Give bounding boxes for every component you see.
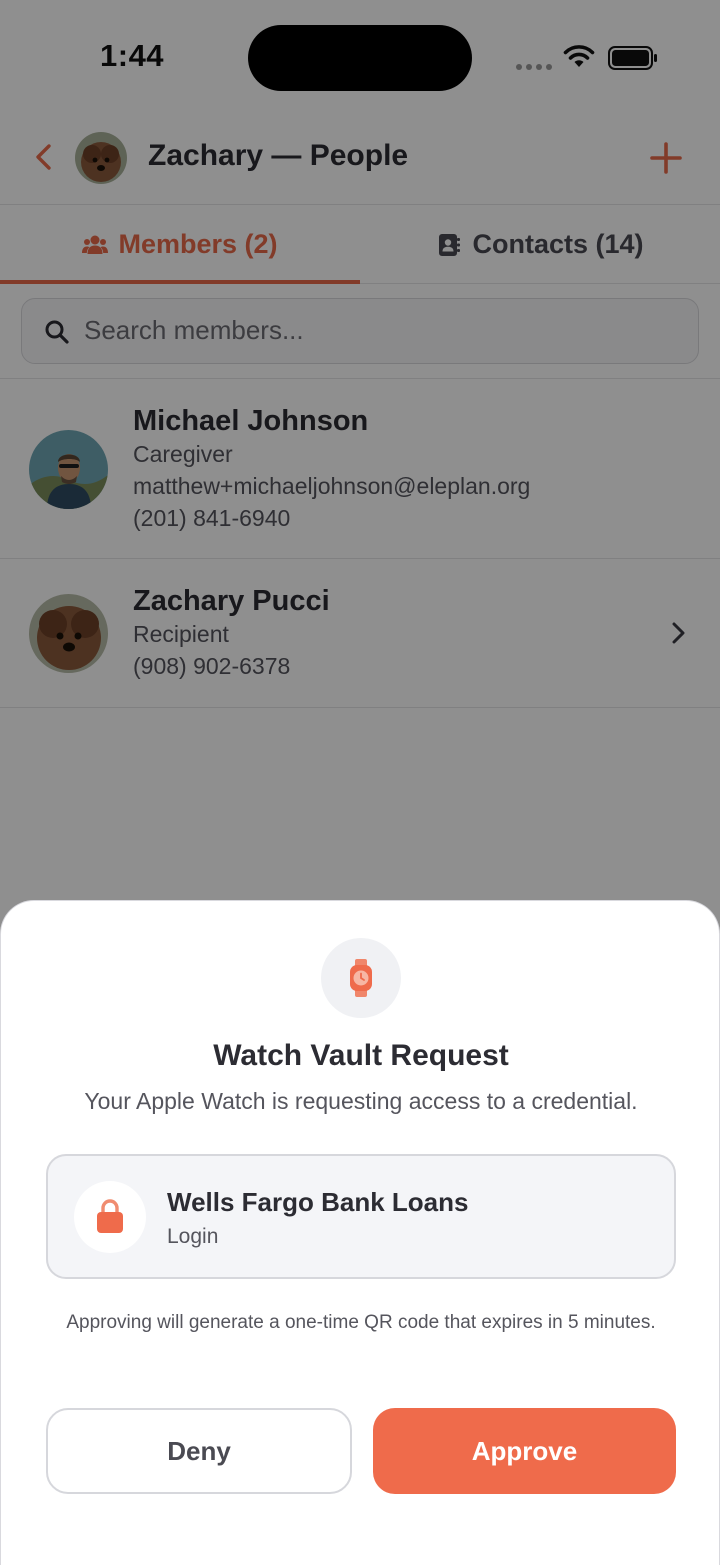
credential-card: Wells Fargo Bank Loans Login: [46, 1154, 676, 1279]
lock-badge: [74, 1181, 146, 1253]
sheet-title: Watch Vault Request: [213, 1039, 509, 1072]
approval-note: Approving will generate a one-time QR co…: [66, 1312, 656, 1333]
watch-icon: [350, 959, 372, 997]
deny-button[interactable]: Deny: [46, 1408, 352, 1494]
sheet-subtitle: Your Apple Watch is requesting access to…: [84, 1088, 638, 1114]
watch-vault-request-sheet: Watch Vault Request Your Apple Watch is …: [0, 900, 720, 1565]
credential-type: Login: [167, 1225, 219, 1248]
lock-icon: [97, 1199, 123, 1233]
approve-button[interactable]: Approve: [373, 1408, 676, 1494]
credential-name: Wells Fargo Bank Loans: [167, 1187, 469, 1217]
watch-badge: [321, 938, 401, 1018]
